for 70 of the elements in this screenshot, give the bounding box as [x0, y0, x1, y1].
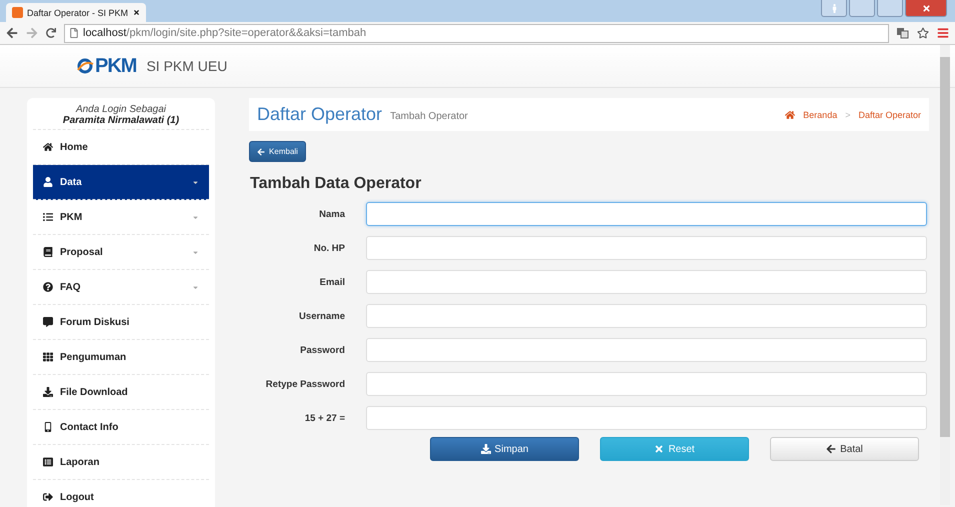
download-icon	[480, 444, 491, 454]
reload-icon[interactable]	[46, 28, 56, 38]
speech-bubble-icon	[43, 317, 53, 327]
sidebar-item[interactable]: Logout	[33, 480, 209, 507]
sidebar-item[interactable]: PKM	[33, 200, 209, 235]
translate-icon[interactable]	[897, 28, 909, 38]
back-icon[interactable]	[6, 27, 18, 39]
save-button[interactable]: Simpan	[430, 437, 579, 461]
close-icon[interactable]	[133, 9, 140, 16]
page-title: Daftar Operator	[257, 104, 382, 125]
home-icon	[785, 110, 796, 120]
scrollbar[interactable]	[940, 45, 950, 505]
logout-icon	[43, 492, 53, 502]
close-button[interactable]	[905, 0, 947, 17]
list-icon	[43, 212, 53, 222]
book-icon	[43, 247, 53, 257]
user-button[interactable]	[821, 0, 847, 17]
app-name: SI PKM UEU	[146, 58, 228, 74]
phone-icon	[43, 422, 53, 432]
field-label: Password	[299, 344, 345, 356]
login-label: Anda Login Sebagai	[76, 104, 166, 115]
sidebar-item[interactable]: Pengumuman	[33, 340, 209, 375]
page-subtitle: Tambah Operator	[390, 110, 469, 122]
cross-icon	[654, 444, 664, 454]
home-icon	[43, 142, 53, 152]
back-button[interactable]: Kembali	[249, 141, 306, 162]
caret-icon	[192, 214, 199, 220]
user-name: Paramita Nirmalawati (1)	[62, 115, 180, 126]
close-icon	[922, 4, 930, 12]
breadcrumb-link[interactable]: Beranda	[803, 110, 838, 120]
field-label: Nama	[318, 208, 345, 220]
field-label: Email	[318, 276, 345, 288]
field-label: No. HP	[312, 242, 345, 254]
star-icon[interactable]	[917, 27, 929, 39]
breadcrumb-separator: >	[845, 110, 850, 120]
arrow-left-icon	[826, 444, 836, 454]
sidebar-item[interactable]: Laporan	[33, 445, 209, 480]
arrow-left-icon	[257, 148, 266, 156]
maximize-button[interactable]	[877, 0, 903, 17]
logo-swirl-icon	[76, 58, 94, 74]
forward-icon[interactable]	[26, 27, 38, 39]
field-label: Username	[298, 310, 345, 322]
caret-icon	[192, 178, 199, 186]
field-label: Retype Password	[264, 378, 345, 390]
minimize-button[interactable]	[849, 0, 875, 17]
page-icon	[69, 28, 79, 38]
report-icon	[43, 457, 53, 467]
breadcrumb-link[interactable]: Daftar Operator	[858, 110, 921, 120]
download-icon	[43, 387, 53, 397]
browser-tab[interactable]: Daftar Operator - SI PKM	[6, 3, 146, 22]
question-icon	[43, 282, 53, 292]
sidebar-item[interactable]: FAQ	[33, 270, 209, 305]
sidebar-item[interactable]: Proposal	[33, 235, 209, 270]
menu-icon[interactable]	[937, 27, 949, 39]
field-label: 15 + 27 =	[304, 412, 345, 424]
sidebar-item[interactable]: Data	[33, 165, 209, 200]
caret-icon	[192, 248, 199, 256]
form-title: Tambah Data Operator	[250, 175, 422, 193]
url-text: localhost/pkm/login/site.php?site=operator&&aksi=tambah	[83, 27, 366, 39]
sidebar-item[interactable]: Contact Info	[33, 410, 209, 445]
caret-icon	[192, 284, 199, 290]
grid-icon	[43, 352, 53, 362]
input-field[interactable]	[366, 202, 927, 226]
favicon-icon	[12, 7, 23, 18]
logo: PKM	[76, 54, 136, 78]
sidebar-item[interactable]: File Download	[33, 375, 209, 410]
cancel-button[interactable]: Batal	[770, 437, 919, 461]
address-bar[interactable]: localhost/pkm/login/site.php?site=operator&&aksi=tambah	[64, 24, 889, 42]
user-icon	[43, 177, 53, 187]
sidebar-item[interactable]: Forum Diskusi	[33, 305, 209, 340]
